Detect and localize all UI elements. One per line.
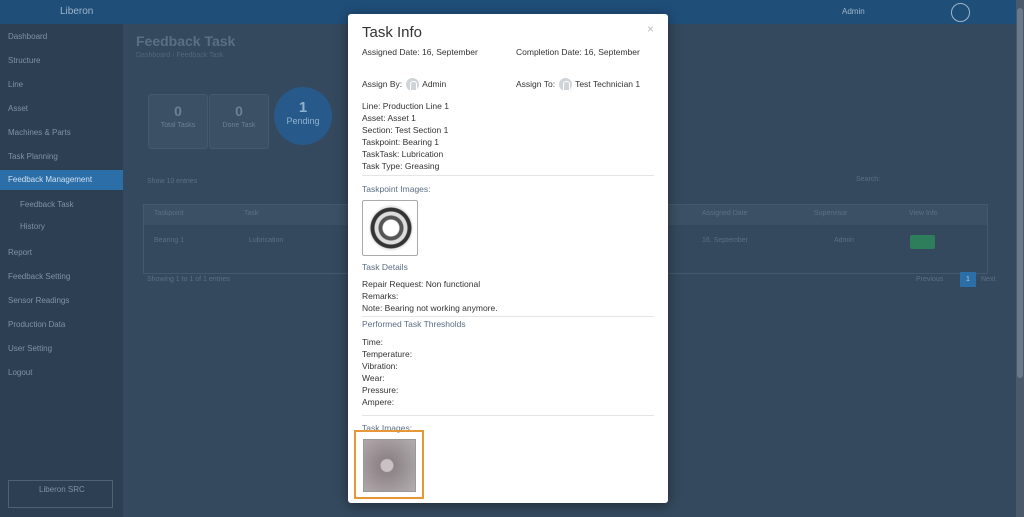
view-info-button[interactable] [910, 235, 935, 249]
threshold-pressure: Pressure: [362, 385, 399, 395]
task-image-highlight [354, 430, 424, 499]
note: Note: Bearing not working anymore. [362, 303, 498, 313]
remarks: Remarks: [362, 291, 399, 301]
tasktask-value: TaskTask: Lubrication [362, 149, 444, 159]
sidebar: Dashboard Structure Line Asset Machines … [0, 24, 123, 517]
page-title: Feedback Task [136, 33, 236, 49]
modal-title: Task Info [362, 24, 423, 41]
app-brand: Liberon [60, 6, 94, 17]
pagination-page-1[interactable]: 1 [960, 272, 976, 287]
cell-supervisor: Admin [834, 237, 854, 244]
sidebar-item-feedback-management[interactable]: Feedback Management [0, 170, 123, 190]
thresholds-list: Time: Temperature: Vibration: Wear: Pres… [362, 336, 412, 408]
pagination-previous[interactable]: Previous [916, 276, 943, 283]
taskpoint-value: Taskpoint: Bearing 1 [362, 137, 440, 147]
task-image[interactable] [363, 439, 416, 492]
assigned-date: Assigned Date: 16, September [362, 47, 478, 57]
search-label: Search: [856, 176, 881, 183]
col-taskpoint: Taskpoint [154, 210, 184, 217]
sidebar-item-asset[interactable]: Asset [8, 104, 28, 113]
col-task: Task [244, 210, 259, 217]
footer-logo: Liberon SRC [8, 480, 113, 508]
table-footer: Showing 1 to 1 of 1 entries [147, 276, 230, 283]
task-location-info: Line: Production Line 1 Asset: Asset 1 S… [362, 100, 449, 172]
breadcrumb: Dashboard › Feedback Task [136, 52, 224, 59]
sidebar-item-logout[interactable]: Logout [8, 368, 32, 377]
task-info-modal: Task Info × Assigned Date: 16, September… [348, 14, 668, 503]
sidebar-item-structure[interactable]: Structure [8, 56, 40, 65]
sidebar-item-user-setting[interactable]: User Setting [8, 344, 52, 353]
sidebar-item-report[interactable]: Report [8, 248, 32, 257]
taskpoint-images-label: Taskpoint Images: [362, 184, 431, 194]
task-details-label: Task Details [362, 262, 408, 272]
section-value: Section: Test Section 1 [362, 125, 449, 135]
asset-value: Asset: Asset 1 [362, 113, 416, 123]
sidebar-item-task-planning[interactable]: Task Planning [8, 152, 58, 161]
assign-to: Assign To: Test Technician 1 [516, 78, 640, 91]
bearing-image [369, 205, 413, 251]
scrollbar-thumb[interactable] [1017, 8, 1023, 378]
cell-assigned-date: 16, September [702, 237, 748, 244]
cell-taskpoint: Bearing 1 [154, 237, 184, 244]
completion-date: Completion Date: 16, September [516, 47, 640, 57]
threshold-time: Time: [362, 337, 383, 347]
threshold-ampere: Ampere: [362, 397, 395, 407]
sidebar-item-production[interactable]: Production Data [8, 320, 65, 329]
divider [362, 175, 654, 176]
sidebar-item-history[interactable]: History [20, 222, 45, 231]
task-type-value: Task Type: Greasing [362, 161, 440, 171]
col-supervisor: Supervisor [814, 210, 848, 217]
divider [362, 316, 654, 317]
avatar-icon [559, 78, 573, 91]
task-details: Repair Request: Non functional Remarks: … [362, 278, 498, 314]
sidebar-item-line[interactable]: Line [8, 80, 23, 89]
sidebar-item-dashboard[interactable]: Dashboard [8, 32, 47, 41]
threshold-wear: Wear: [362, 373, 385, 383]
taskpoint-image[interactable] [362, 200, 418, 256]
sidebar-item-machines[interactable]: Machines & Parts [8, 128, 71, 137]
divider [362, 415, 654, 416]
user-avatar[interactable] [951, 3, 970, 22]
cell-task: Lubrication [249, 237, 284, 244]
show-entries[interactable]: Show 10 entries [147, 178, 197, 185]
col-view-info: View Info [909, 210, 938, 217]
page-scrollbar[interactable] [1016, 0, 1024, 517]
stat-total: 0 Total Tasks [148, 94, 208, 149]
stat-pending: 1 Pending [274, 87, 332, 145]
repair-request: Repair Request: Non functional [362, 279, 481, 289]
sidebar-item-feedback-task[interactable]: Feedback Task [20, 200, 74, 209]
threshold-vibration: Vibration: [362, 361, 398, 371]
threshold-temperature: Temperature: [362, 349, 413, 359]
col-assigned-date: Assigned Date [702, 210, 748, 217]
close-icon[interactable]: × [647, 22, 654, 36]
thresholds-label: Performed Task Thresholds [362, 319, 466, 329]
pagination-next[interactable]: Next [981, 276, 995, 283]
sidebar-item-sensor[interactable]: Sensor Readings [8, 296, 69, 305]
assign-by: Assign By: Admin [362, 78, 446, 91]
sidebar-item-feedback-setting[interactable]: Feedback Setting [8, 272, 70, 281]
line-value: Line: Production Line 1 [362, 101, 449, 111]
avatar-icon [406, 78, 420, 91]
user-label[interactable]: Admin [842, 7, 865, 16]
stat-done: 0 Done Task [209, 94, 269, 149]
